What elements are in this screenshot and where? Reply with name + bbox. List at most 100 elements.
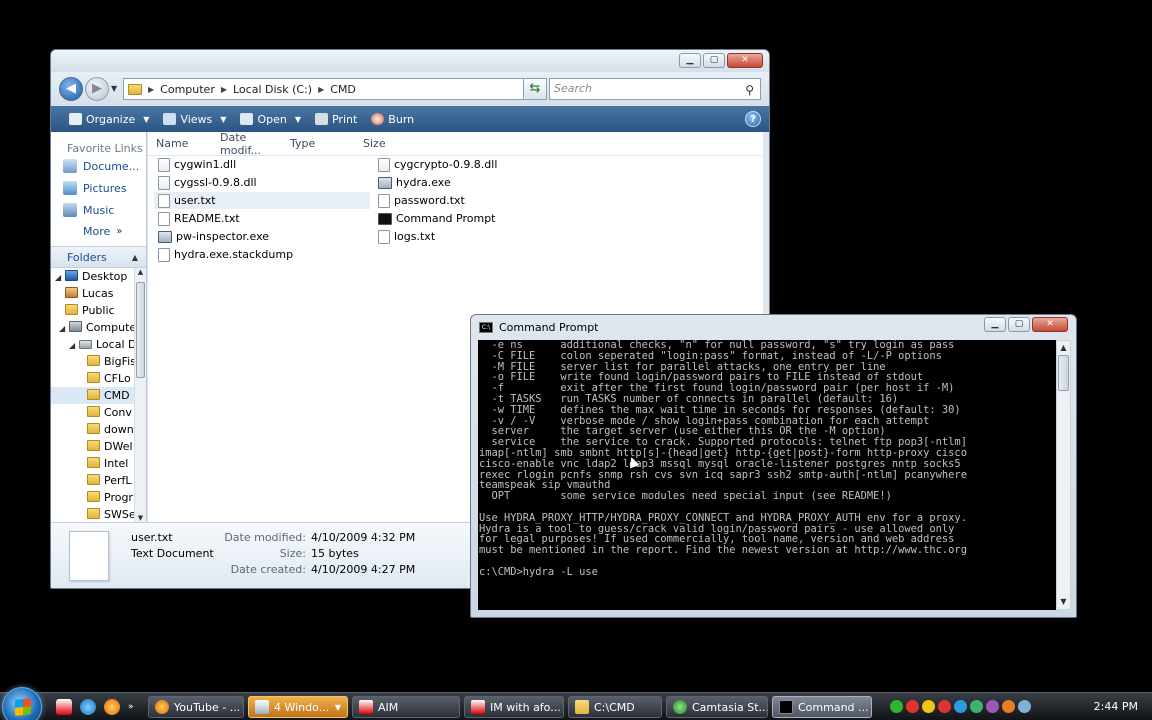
tray-network-icon[interactable] bbox=[954, 700, 967, 713]
recent-pages-chevron-icon[interactable]: ▼ bbox=[111, 84, 117, 93]
file-item-user-txt[interactable]: user.txt bbox=[154, 192, 370, 209]
minimize-icon[interactable]: ▁ bbox=[984, 317, 1006, 332]
file-item-cygcrypto-dll[interactable]: cygcrypto-0.9.8.dll bbox=[378, 156, 497, 173]
start-button[interactable] bbox=[2, 687, 42, 720]
task-cmd-folder[interactable]: C:\CMD bbox=[568, 696, 662, 718]
folders-header[interactable]: Folders ▲ bbox=[51, 246, 146, 268]
console-output[interactable]: -e ns additional checks, "n" for null pa… bbox=[478, 340, 1056, 610]
favorite-links-more[interactable]: More » bbox=[51, 221, 146, 242]
column-date-modified[interactable]: Date modif... bbox=[220, 131, 290, 157]
breadcrumb-separator-icon[interactable]: ▶ bbox=[148, 85, 154, 94]
tree-item-desktop[interactable]: ◢ Desktop bbox=[51, 268, 146, 285]
tray-volume-icon[interactable] bbox=[1002, 700, 1015, 713]
tree-item-computer[interactable]: ◢ Compute bbox=[51, 319, 146, 336]
task-command-prompt[interactable]: Command ... bbox=[772, 696, 872, 718]
organize-button[interactable]: Organize ▼ bbox=[63, 111, 155, 128]
task-youtube[interactable]: YouTube - ... bbox=[148, 696, 244, 718]
column-size[interactable]: Size bbox=[363, 137, 423, 150]
file-item-cygwin1-dll[interactable]: cygwin1.dll bbox=[158, 156, 236, 173]
file-item-readme-txt[interactable]: README.txt bbox=[158, 210, 240, 227]
favorite-link-documents[interactable]: Docume... bbox=[51, 155, 146, 177]
help-icon[interactable]: ? bbox=[745, 111, 761, 127]
quicklaunch-chevron-icon[interactable]: » bbox=[128, 699, 144, 715]
breadcrumb-local-disk[interactable]: Local Disk (C:) bbox=[233, 83, 312, 96]
close-icon[interactable]: ✕ bbox=[727, 53, 763, 68]
scroll-down-icon[interactable]: ▼ bbox=[1057, 595, 1070, 609]
column-type[interactable]: Type bbox=[290, 137, 363, 150]
file-item-logs-txt[interactable]: logs.txt bbox=[378, 228, 435, 245]
tree-item-dwel[interactable]: DWel bbox=[51, 438, 146, 455]
console-line: must be mentioned in the report. Find th… bbox=[479, 544, 967, 557]
scroll-up-icon[interactable]: ▲ bbox=[135, 268, 146, 276]
tree-item-down[interactable]: down bbox=[51, 421, 146, 438]
tree-item-local-disk[interactable]: ◢ Local D bbox=[51, 336, 146, 353]
tree-scrollbar[interactable]: ▲ ▼ bbox=[134, 268, 146, 522]
breadcrumb-computer[interactable]: Computer bbox=[160, 83, 215, 96]
expand-arrow-icon[interactable]: ◢ bbox=[59, 320, 69, 336]
maximize-icon[interactable]: ▢ bbox=[703, 53, 725, 68]
tray-update-icon[interactable] bbox=[970, 700, 983, 713]
tree-item-cflo[interactable]: CFLo bbox=[51, 370, 146, 387]
tray-connection-icon[interactable] bbox=[1018, 700, 1031, 713]
tree-item-conv[interactable]: Conv bbox=[51, 404, 146, 421]
search-input[interactable]: Search ⚲ bbox=[549, 78, 761, 100]
file-item-command-prompt[interactable]: Command Prompt bbox=[378, 210, 496, 227]
tree-item-swse[interactable]: SWSe bbox=[51, 506, 146, 523]
address-bar[interactable]: ▶ Computer ▶ Local Disk (C:) ▶ CMD bbox=[123, 78, 541, 100]
command-prompt-window[interactable]: C:\ Command Prompt ▁ ▢ ✕ -e ns additiona… bbox=[470, 314, 1077, 618]
favorite-link-pictures[interactable]: Pictures bbox=[51, 177, 146, 199]
close-icon[interactable]: ✕ bbox=[1032, 317, 1068, 332]
tree-item-public[interactable]: Public bbox=[51, 302, 146, 319]
maximize-icon[interactable]: ▢ bbox=[1008, 317, 1030, 332]
back-button[interactable]: ◀ bbox=[59, 77, 83, 101]
expand-arrow-icon[interactable]: ◢ bbox=[69, 337, 79, 353]
file-item-cygssl-dll[interactable]: cygssl-0.9.8.dll bbox=[158, 174, 257, 191]
tray-shield-icon[interactable] bbox=[938, 700, 951, 713]
minimize-icon[interactable]: ▁ bbox=[679, 53, 701, 68]
aim-quicklaunch-icon[interactable] bbox=[56, 699, 72, 715]
breadcrumb-cmd[interactable]: CMD bbox=[330, 83, 356, 96]
forward-button[interactable]: ▶ bbox=[85, 77, 109, 101]
tree-item-bigfis[interactable]: BigFis bbox=[51, 353, 146, 370]
scroll-thumb[interactable] bbox=[1058, 355, 1069, 391]
views-button[interactable]: Views ▼ bbox=[157, 111, 232, 128]
favorite-link-music[interactable]: Music bbox=[51, 199, 146, 221]
task-windows-group[interactable]: 4 Windo... ▼ bbox=[248, 696, 348, 718]
search-icon[interactable]: ⚲ bbox=[745, 80, 754, 100]
file-item-pw-inspector-exe[interactable]: pw-inspector.exe bbox=[158, 228, 269, 245]
tree-item-cmd[interactable]: CMD bbox=[51, 387, 146, 404]
expand-arrow-icon[interactable]: ◢ bbox=[55, 269, 65, 285]
tray-alert-icon[interactable] bbox=[906, 700, 919, 713]
task-aim[interactable]: AIM bbox=[352, 696, 460, 718]
print-button[interactable]: Print bbox=[309, 111, 363, 128]
command-prompt-titlebar[interactable]: C:\ Command Prompt ▁ ▢ ✕ bbox=[471, 315, 1076, 339]
chevron-down-icon: ▼ bbox=[334, 702, 341, 712]
task-camtasia[interactable]: Camtasia St... bbox=[666, 696, 768, 718]
console-scrollbar[interactable]: ▲ ▼ bbox=[1056, 340, 1071, 610]
explorer-titlebar[interactable]: ▁ ▢ ✕ bbox=[51, 50, 769, 72]
file-item-password-txt[interactable]: password.txt bbox=[378, 192, 465, 209]
tray-status-icon[interactable] bbox=[890, 700, 903, 713]
breadcrumb-separator-icon[interactable]: ▶ bbox=[221, 85, 227, 94]
taskbar-clock[interactable]: 2:44 PM bbox=[1094, 700, 1138, 713]
breadcrumb-separator-icon[interactable]: ▶ bbox=[318, 85, 324, 94]
column-name[interactable]: Name bbox=[148, 137, 220, 150]
scroll-thumb[interactable] bbox=[136, 282, 145, 378]
refresh-button[interactable]: ⇆ bbox=[523, 78, 547, 100]
firefox-quicklaunch-icon[interactable] bbox=[104, 699, 120, 715]
file-item-hydra-exe[interactable]: hydra.exe bbox=[378, 174, 451, 191]
file-label: Command Prompt bbox=[396, 212, 496, 225]
scroll-up-icon[interactable]: ▲ bbox=[1057, 341, 1070, 355]
tree-item-lucas[interactable]: Lucas bbox=[51, 285, 146, 302]
task-im[interactable]: IM with afo... bbox=[464, 696, 564, 718]
ie-quicklaunch-icon[interactable] bbox=[80, 699, 96, 715]
scroll-down-icon[interactable]: ▼ bbox=[135, 514, 146, 522]
open-button[interactable]: Open ▼ bbox=[234, 111, 307, 128]
tray-app-icon[interactable] bbox=[986, 700, 999, 713]
tree-item-progr[interactable]: Progr bbox=[51, 489, 146, 506]
tree-item-perfl[interactable]: PerfL bbox=[51, 472, 146, 489]
file-item-hydra-stackdump[interactable]: hydra.exe.stackdump bbox=[158, 246, 293, 263]
tray-aim-icon[interactable] bbox=[922, 700, 935, 713]
tree-item-intel[interactable]: Intel bbox=[51, 455, 146, 472]
burn-button[interactable]: Burn bbox=[365, 111, 420, 128]
